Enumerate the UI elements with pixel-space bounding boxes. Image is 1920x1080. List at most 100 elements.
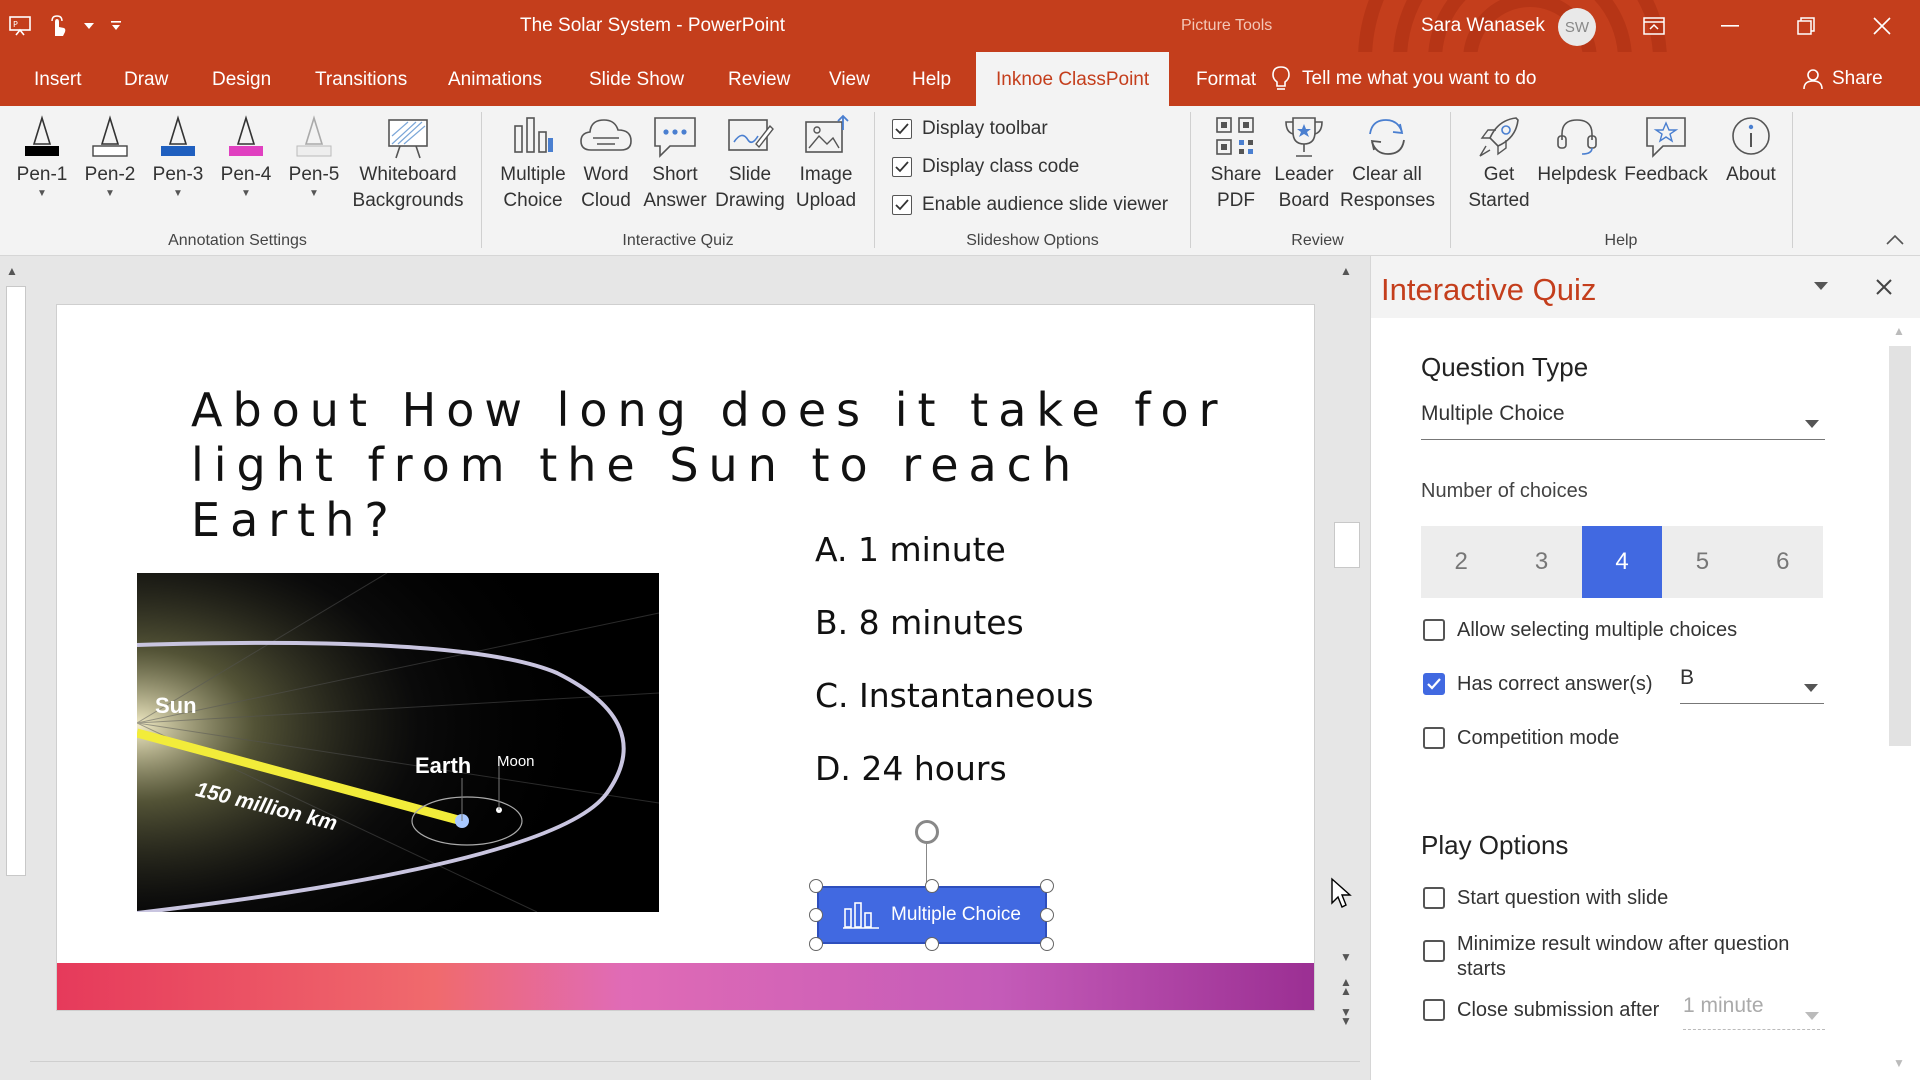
notes-divider[interactable]: [30, 1061, 1360, 1062]
pane-options-button[interactable]: [1813, 278, 1829, 296]
display-class-code-option[interactable]: Display class code: [892, 156, 1079, 178]
share-pdf-button[interactable]: Share PDF: [1206, 114, 1266, 214]
allow-multiple-option[interactable]: Allow selecting multiple choices: [1423, 618, 1737, 643]
checkbox[interactable]: [892, 119, 912, 139]
close-submission-option[interactable]: Close submission after: [1423, 998, 1659, 1023]
whiteboard-backgrounds-button[interactable]: Whiteboard Backgrounds: [350, 114, 466, 214]
checkbox[interactable]: [1423, 727, 1445, 749]
short-answer-button[interactable]: Short Answer: [640, 114, 710, 214]
checkbox[interactable]: [1423, 619, 1445, 641]
get-started-button[interactable]: Get Started: [1464, 114, 1534, 214]
tab-transitions[interactable]: Transitions: [315, 52, 407, 106]
resize-handle[interactable]: [925, 879, 939, 893]
competition-mode-option[interactable]: Competition mode: [1423, 726, 1619, 751]
minimize-button[interactable]: [1692, 0, 1768, 52]
helpdesk-button[interactable]: Helpdesk: [1536, 114, 1618, 188]
clear-all-responses-button[interactable]: Clear all Responses: [1340, 114, 1435, 214]
word-cloud-button[interactable]: Word Cloud: [574, 114, 638, 214]
resize-handle[interactable]: [809, 937, 823, 951]
next-slide-icon[interactable]: ▼ ▼: [1340, 1006, 1352, 1027]
tab-help[interactable]: Help: [912, 52, 951, 106]
close-submission-select[interactable]: 1 minute: [1683, 994, 1825, 1030]
touch-mode-icon[interactable]: [44, 12, 72, 40]
slide-title[interactable]: About How long does it take for light fr…: [191, 383, 1271, 548]
chevron-down-icon[interactable]: [82, 12, 96, 40]
multiple-choice-button[interactable]: Multiple Choice: [496, 114, 570, 214]
question-type-select[interactable]: Multiple Choice: [1421, 402, 1825, 440]
pen-5-button[interactable]: Pen-5 ▼: [286, 114, 342, 200]
slide-canvas[interactable]: About How long does it take for light fr…: [57, 305, 1314, 1010]
choice-count-3[interactable]: 3: [1501, 526, 1581, 598]
checkbox[interactable]: [892, 195, 912, 215]
close-button[interactable]: [1844, 0, 1920, 52]
choice-count-4[interactable]: 4: [1581, 526, 1663, 598]
enable-audience-slide-viewer-option[interactable]: Enable audience slide viewer: [892, 194, 1168, 216]
resize-handle[interactable]: [1040, 879, 1054, 893]
scrollbar-track[interactable]: [6, 286, 26, 876]
choice-count-5[interactable]: 5: [1662, 526, 1742, 598]
user-name[interactable]: Sara Wanasek: [1421, 15, 1545, 37]
multiple-choice-quiz-button[interactable]: Multiple Choice: [817, 886, 1047, 944]
presenter-icon[interactable]: P: [6, 12, 34, 40]
share-button[interactable]: Share: [1802, 52, 1883, 106]
choice-d[interactable]: D. 24 hours: [815, 749, 1007, 788]
scroll-down-arrow[interactable]: ▼: [1340, 950, 1352, 964]
checkbox[interactable]: [1423, 999, 1445, 1021]
minimize-result-option[interactable]: Minimize result window after question st…: [1423, 932, 1823, 982]
checkbox[interactable]: [1423, 673, 1445, 695]
previous-slide-icon[interactable]: ▲ ▲: [1340, 976, 1352, 997]
tab-design[interactable]: Design: [212, 52, 271, 106]
leader-board-button[interactable]: Leader Board: [1272, 114, 1336, 214]
has-correct-answer-option[interactable]: Has correct answer(s): [1423, 672, 1653, 697]
pen-3-button[interactable]: Pen-3 ▼: [150, 114, 206, 200]
tab-animations[interactable]: Animations: [448, 52, 542, 106]
scroll-up-arrow[interactable]: ▲: [6, 264, 18, 278]
choice-b[interactable]: B. 8 minutes: [815, 603, 1024, 642]
checkbox[interactable]: [1423, 940, 1445, 962]
slide-drawing-button[interactable]: Slide Drawing: [712, 114, 788, 214]
slide-scrollbar[interactable]: ▲ ▼ ▲ ▲ ▼ ▼: [1334, 256, 1362, 1056]
tab-view[interactable]: View: [829, 52, 870, 106]
resize-handle[interactable]: [809, 879, 823, 893]
resize-handle[interactable]: [925, 937, 939, 951]
ribbon-display-options-button[interactable]: [1616, 0, 1692, 52]
rotate-handle[interactable]: [915, 820, 939, 844]
collapse-ribbon-button[interactable]: [1886, 232, 1904, 250]
pen-4-button[interactable]: Pen-4 ▼: [218, 114, 274, 200]
choice-count-6[interactable]: 6: [1743, 526, 1823, 598]
pen-2-button[interactable]: Pen-2 ▼: [82, 114, 138, 200]
resize-handle[interactable]: [809, 908, 823, 922]
correct-answer-select[interactable]: B: [1680, 666, 1824, 704]
resize-handle[interactable]: [1040, 937, 1054, 951]
restore-button[interactable]: [1768, 0, 1844, 52]
choice-c[interactable]: C. Instantaneous: [815, 676, 1094, 715]
scroll-down-arrow[interactable]: ▼: [1893, 1056, 1905, 1070]
scroll-up-arrow[interactable]: ▲: [1893, 324, 1905, 338]
pane-scrollbar[interactable]: ▲ ▼: [1883, 318, 1911, 1080]
tab-slide-show[interactable]: Slide Show: [589, 52, 684, 106]
pen-1-button[interactable]: Pen-1 ▼: [14, 114, 70, 200]
choice-count-2[interactable]: 2: [1421, 526, 1501, 598]
thumbnail-scrollbar[interactable]: ▲: [0, 256, 30, 1080]
scrollbar-thumb[interactable]: [1889, 346, 1911, 746]
tab-review[interactable]: Review: [728, 52, 790, 106]
resize-handle[interactable]: [1040, 908, 1054, 922]
checkbox[interactable]: [1423, 887, 1445, 909]
avatar[interactable]: SW: [1558, 8, 1596, 46]
choice-a[interactable]: A. 1 minute: [815, 530, 1006, 569]
solar-diagram-image[interactable]: Sun 150 million km Earth Moon: [137, 573, 659, 912]
tab-inknoe-classpoint[interactable]: Inknoe ClassPoint: [976, 52, 1170, 106]
feedback-button[interactable]: Feedback: [1620, 114, 1712, 188]
about-button[interactable]: About: [1720, 114, 1782, 188]
scroll-up-arrow[interactable]: ▲: [1340, 264, 1352, 278]
image-upload-button[interactable]: Image Upload: [792, 114, 860, 214]
tab-draw[interactable]: Draw: [124, 52, 168, 106]
display-toolbar-option[interactable]: Display toolbar: [892, 118, 1048, 140]
tab-format[interactable]: Format: [1196, 52, 1256, 106]
start-with-slide-option[interactable]: Start question with slide: [1423, 886, 1668, 911]
scrollbar-thumb[interactable]: [1334, 522, 1360, 568]
pane-close-button[interactable]: [1876, 274, 1892, 302]
tab-insert[interactable]: Insert: [34, 52, 82, 106]
tell-me-search[interactable]: Tell me what you want to do: [1272, 52, 1536, 106]
customize-toolbar-icon[interactable]: [106, 12, 126, 40]
